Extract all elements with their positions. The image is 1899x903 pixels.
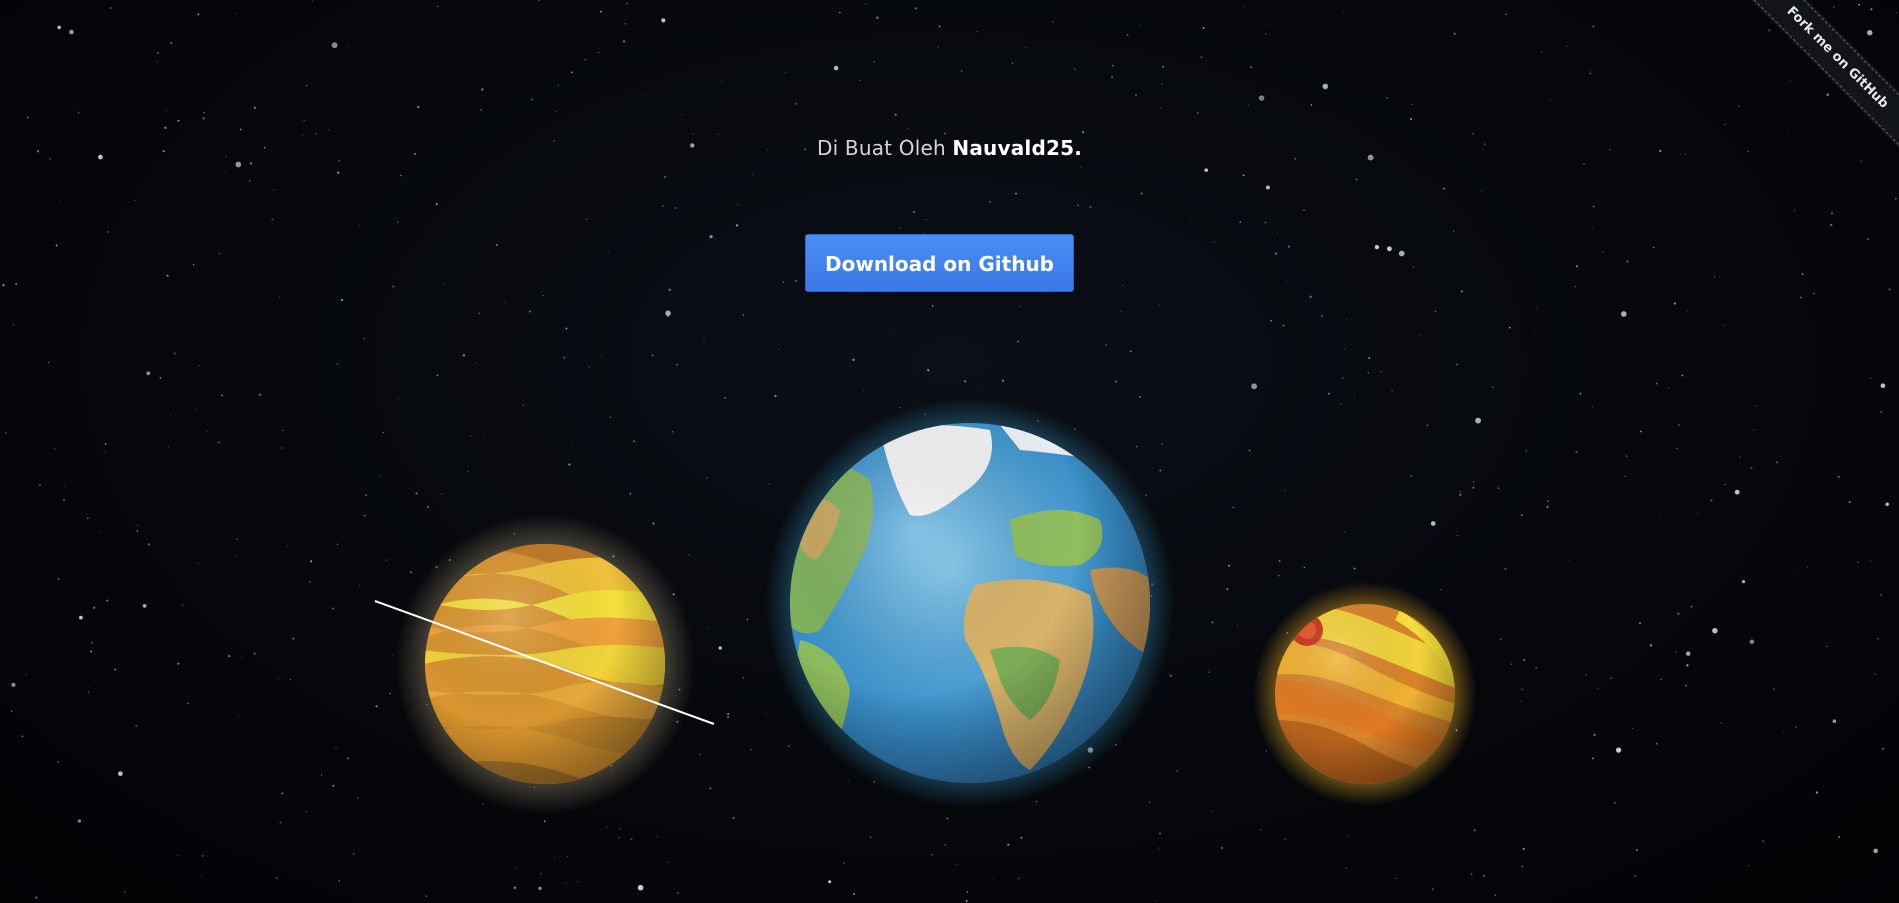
earth-planet: [765, 398, 1175, 808]
small-fire-planet: [1253, 582, 1477, 806]
gas-giant-planet: [374, 514, 715, 814]
planets-layer: [374, 398, 1477, 814]
space-scene: Di Buat Oleh Nauvald25. Download on Gith…: [0, 0, 1899, 903]
